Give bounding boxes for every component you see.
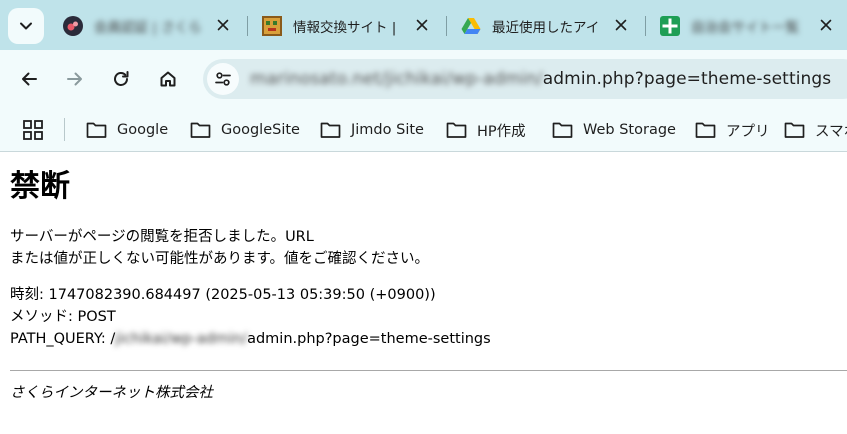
folder-icon [552, 122, 573, 138]
site-favicon-icon [63, 16, 83, 36]
browser-toolbar: marinosato.net/jichikai/wp-admin/admin.p… [0, 50, 847, 107]
tab-recent-items[interactable]: 最近使用したアイ [450, 6, 640, 46]
back-button[interactable] [12, 62, 46, 96]
bookmark-label: スマホ [815, 123, 847, 140]
folder-icon [695, 122, 716, 138]
tab-title: 会員認証 | さくら [94, 20, 202, 36]
bookmark-label: GoogleSite [221, 122, 300, 138]
arrow-right-icon [67, 72, 82, 86]
page-title: 禁断 [10, 169, 70, 204]
tab-title: 最近使用したアイ [492, 20, 600, 36]
folder-icon [86, 122, 107, 138]
home-icon [160, 71, 176, 87]
path-query-hidden: jichikai/wp-admin/ [115, 331, 248, 347]
reload-button[interactable] [104, 62, 138, 96]
bookmarks-separator [64, 118, 65, 141]
site-info-button[interactable] [207, 63, 239, 95]
tab-close-button[interactable] [612, 16, 630, 34]
footer-divider [10, 370, 847, 371]
request-time: 時刻: 1747082390.684497 (2025-05-13 05:39:… [10, 287, 436, 303]
request-path-query: PATH_QUERY: /jichikai/wp-admin/admin.php… [10, 328, 840, 350]
chevron-down-icon [20, 22, 32, 30]
path-query-label: PATH_QUERY: / [10, 331, 116, 347]
tab-strip: 会員認証 | さくら 情報交換サイト | 最近使用したアイ 自治会サイト一覧 [0, 0, 847, 50]
tab-search-button[interactable] [8, 8, 44, 44]
google-sheets-plus-icon [660, 16, 680, 36]
tune-icon [215, 72, 231, 86]
site-favicon-icon [262, 16, 282, 36]
url-host-path: marinosato.net/jichikai/wp-admin/ [250, 69, 543, 89]
tab-title: 自治会サイト一覧 [691, 20, 799, 36]
bookmark-label: アプリ [726, 123, 770, 140]
error-message-line: サーバーがページの閲覧を拒否しました。URL [10, 229, 314, 245]
arrow-left-icon [22, 72, 37, 86]
reload-icon [114, 71, 129, 86]
bookmark-folder-hp[interactable]: HP作成 [446, 118, 526, 142]
tab-separator [645, 16, 646, 36]
tab-title: 情報交換サイト | [293, 20, 397, 36]
apps-grid-icon[interactable] [22, 119, 44, 141]
bookmark-label: Jimdo Site [351, 122, 424, 138]
bookmark-folder-web-storage[interactable]: Web Storage [552, 118, 676, 142]
address-bar[interactable]: marinosato.net/jichikai/wp-admin/admin.p… [203, 59, 847, 99]
tab-close-button[interactable] [413, 16, 431, 34]
path-query-value: admin.php?page=theme-settings [247, 331, 491, 347]
url-text[interactable]: marinosato.net/jichikai/wp-admin/admin.p… [250, 69, 831, 89]
request-details: 時刻: 1747082390.684497 (2025-05-13 05:39:… [10, 284, 840, 350]
request-method: メソッド: POST [10, 309, 116, 325]
home-button[interactable] [151, 62, 185, 96]
bookmark-folder-jimdo[interactable]: Jimdo Site [320, 118, 424, 142]
google-drive-icon [461, 18, 481, 34]
bookmarks-bar: Google GoogleSite Jimdo Site HP作成 Web St… [0, 107, 847, 152]
bookmark-folder-smartphone[interactable]: スマホ [784, 118, 847, 142]
folder-icon [190, 122, 211, 138]
close-icon [615, 19, 627, 31]
tab-info-exchange[interactable]: 情報交換サイト | [251, 6, 441, 46]
tab-neighborhood-sites[interactable]: 自治会サイト一覧 [649, 6, 847, 46]
bookmark-folder-apps[interactable]: アプリ [695, 118, 770, 142]
tab-members-auth[interactable]: 会員認証 | さくら [52, 6, 242, 46]
bookmark-label: HP作成 [477, 123, 526, 140]
close-icon [820, 19, 832, 31]
close-icon [416, 19, 428, 31]
tab-separator [446, 16, 447, 36]
forward-button[interactable] [58, 62, 92, 96]
footer-company: さくらインターネット株式会社 [10, 385, 213, 401]
folder-icon [320, 122, 341, 138]
bookmark-label: Google [117, 122, 169, 138]
close-icon [217, 19, 229, 31]
error-message: サーバーがページの閲覧を拒否しました。URL または値が正しくない可能性がありま… [10, 226, 840, 270]
folder-icon [446, 122, 467, 138]
bookmark-label: Web Storage [583, 122, 676, 138]
bookmark-folder-google[interactable]: Google [86, 118, 168, 142]
tab-separator [247, 16, 248, 36]
page-content: 禁断 サーバーがページの閲覧を拒否しました。URL または値が正しくない可能性が… [10, 152, 840, 350]
bookmark-folder-googlesite[interactable]: GoogleSite [190, 118, 300, 142]
tab-close-button[interactable] [817, 16, 835, 34]
error-message-line: または値が正しくない可能性があります。値をご確認ください。 [10, 251, 430, 267]
tab-close-button[interactable] [214, 16, 232, 34]
folder-icon [784, 122, 805, 138]
url-query: admin.php?page=theme-settings [542, 69, 832, 89]
